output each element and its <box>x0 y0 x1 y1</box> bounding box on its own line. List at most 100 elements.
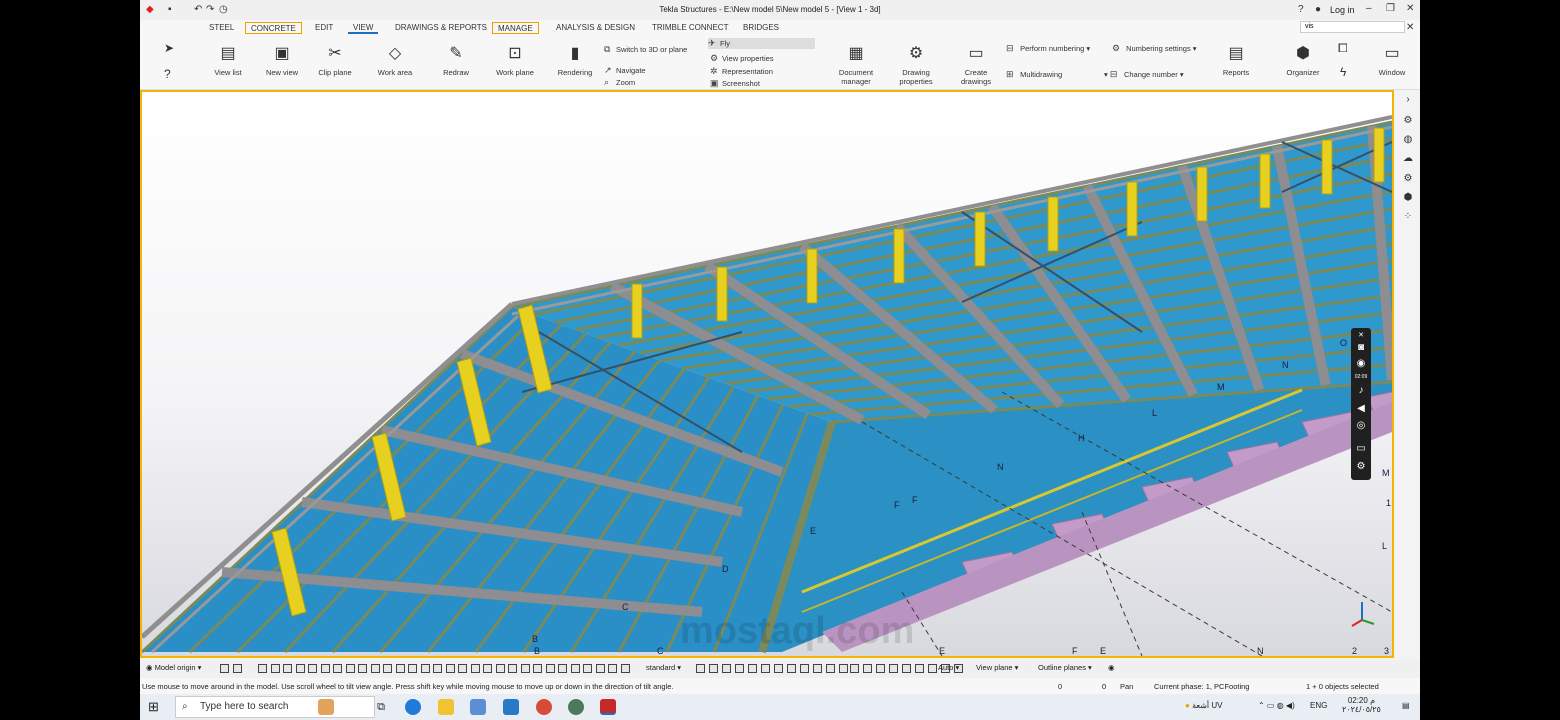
organizer-button[interactable]: ⬢ Organizer <box>1277 43 1329 77</box>
mail-icon[interactable] <box>503 699 519 715</box>
tab-steel[interactable]: STEEL <box>204 22 239 34</box>
help-icon[interactable]: ? <box>1298 4 1304 15</box>
snap-switch-icon[interactable] <box>696 664 705 673</box>
snap-switch-icon[interactable] <box>839 664 848 673</box>
selection-switch-icon[interactable] <box>545 664 555 673</box>
fly-button[interactable]: ✈ Fly <box>708 38 815 49</box>
tekla-taskbar-icon[interactable] <box>600 699 616 715</box>
auto-dropdown[interactable]: Auto ▾ <box>938 663 959 672</box>
undo-icon[interactable]: ↶ <box>194 4 202 15</box>
webcam-icon[interactable]: ◎ <box>1354 420 1368 434</box>
tab-analysis-design[interactable]: ANALYSIS & DESIGN <box>551 22 640 34</box>
microphone-icon[interactable]: ♪ <box>1354 385 1368 399</box>
selection-switch-icon[interactable] <box>258 664 267 673</box>
tab-drawings-reports[interactable]: DRAWINGS & REPORTS <box>390 22 492 34</box>
select-arrow-icon[interactable]: ➤ <box>164 41 174 55</box>
snap-switch-icon[interactable] <box>774 664 783 673</box>
selection-switch-icon[interactable] <box>533 664 542 673</box>
tab-trimble-connect[interactable]: TRIMBLE CONNECT <box>647 22 733 34</box>
command-search-input[interactable]: vis <box>1300 21 1405 33</box>
selection-switch-icon[interactable] <box>295 664 305 673</box>
camera-icon[interactable]: ◙ <box>1354 342 1368 356</box>
selection-switch-icon[interactable] <box>320 664 330 673</box>
selection-switch-icon[interactable] <box>420 664 430 673</box>
zoom-button[interactable]: ⌕ Zoom <box>604 77 635 88</box>
clip-plane-button[interactable]: ✂ Clip plane <box>309 43 361 77</box>
selection-switch-icon[interactable] <box>370 664 380 673</box>
rendering-button[interactable]: ▮ Rendering <box>549 43 601 77</box>
tab-manage[interactable]: MANAGE <box>492 22 539 34</box>
snap-switch-icon[interactable] <box>813 664 822 673</box>
selection-switch-icon[interactable] <box>333 664 342 673</box>
task-view-icon[interactable]: ⧉ <box>373 699 389 715</box>
drawing-properties-button[interactable]: ⚙ Drawing properties <box>890 43 942 86</box>
selection-switch-icon[interactable] <box>583 664 592 673</box>
properties-panel-icon[interactable]: ⚙ <box>1401 115 1415 129</box>
current-phase[interactable]: Current phase: 1, PCFooting <box>1154 682 1249 691</box>
tray-icons[interactable]: ⌃ ▭ ◍ ◀) <box>1258 701 1295 710</box>
search-close-icon[interactable]: ✕ <box>1406 22 1414 33</box>
standard-dropdown[interactable]: standard ▾ <box>646 663 681 672</box>
switch-3d-plane-button[interactable]: ⧉ Switch to 3D or plane <box>604 44 687 55</box>
language-indicator[interactable]: ENG <box>1310 701 1327 710</box>
restore-icon[interactable]: ❐ <box>1386 3 1395 14</box>
clock[interactable]: 02:20 م ٢٠٢٤/٠٥/٢٥ <box>1342 696 1381 714</box>
record-icon[interactable]: ◉ <box>1354 358 1368 372</box>
snap-switch-icon[interactable] <box>863 664 872 673</box>
snap-toggle-1[interactable] <box>220 664 229 673</box>
window-button[interactable]: ▭ Window <box>1366 43 1418 77</box>
lightning-icon[interactable]: ϟ <box>1340 65 1346 79</box>
app-icon[interactable] <box>568 699 584 715</box>
minimize-icon[interactable]: – <box>1366 3 1372 14</box>
close-icon[interactable]: ✕ <box>1406 3 1414 14</box>
selection-switch-icon[interactable] <box>520 664 530 673</box>
selection-switch-icon[interactable] <box>595 664 605 673</box>
view-properties-button[interactable]: ⚙ View properties <box>710 53 774 64</box>
expand-panel-icon[interactable]: › <box>1401 94 1415 108</box>
snap-switch-icon[interactable] <box>787 664 796 673</box>
selection-switch-icon[interactable] <box>508 664 517 673</box>
snap-switch-icon[interactable] <box>748 664 757 673</box>
multidrawing-button[interactable]: ⊞ Multidrawing <box>1006 69 1062 80</box>
document-manager-button[interactable]: ▦ Document manager <box>830 43 882 86</box>
selection-switch-icon[interactable] <box>408 664 417 673</box>
tab-view[interactable]: VIEW <box>348 22 379 34</box>
user-icon[interactable]: ● <box>1315 4 1321 15</box>
redo-icon[interactable]: ↷ <box>206 4 214 15</box>
snap-switch-icon[interactable] <box>722 664 731 673</box>
weather-widget[interactable]: ● أشعة UV <box>1185 701 1223 710</box>
new-view-button[interactable]: ▣ New view <box>256 43 308 77</box>
applications-icon[interactable]: ⁘ <box>1401 211 1415 225</box>
file-explorer-icon[interactable] <box>438 699 454 715</box>
selection-switch-icon[interactable] <box>433 664 442 673</box>
chrome-icon[interactable] <box>536 699 552 715</box>
globe-icon[interactable]: ◍ <box>1401 134 1415 148</box>
snap-switch-icon[interactable] <box>735 664 744 673</box>
login-link[interactable]: Log in <box>1330 5 1355 15</box>
tab-concrete[interactable]: CONCRETE <box>245 22 302 34</box>
outline-planes-dropdown[interactable]: Outline planes ▾ <box>1038 663 1092 672</box>
selection-switch-icon[interactable] <box>345 664 355 673</box>
snap-switch-icon[interactable] <box>889 664 898 673</box>
history-icon[interactable]: ◷ <box>219 4 228 15</box>
representation-button[interactable]: ✲ Representation <box>710 66 773 77</box>
notifications-icon[interactable]: ▤ <box>1402 701 1410 710</box>
change-number-button[interactable]: ▾ ⊟ Change number ▾ <box>1104 69 1184 80</box>
selection-switch-icon[interactable] <box>283 664 292 673</box>
create-drawings-button[interactable]: ▭ Create drawings <box>950 43 1002 86</box>
selection-switch-icon[interactable] <box>483 664 492 673</box>
snap-switch-icon[interactable] <box>850 664 859 673</box>
redraw-button[interactable]: ✎ Redraw <box>430 43 482 77</box>
windows-start-icon[interactable]: ⊞ <box>148 699 164 715</box>
view-list-button[interactable]: ▤ View list <box>202 43 254 77</box>
clash-check-icon[interactable]: ⧠ <box>1338 41 1348 56</box>
selection-switch-icon[interactable] <box>395 664 405 673</box>
selection-switch-icon[interactable] <box>383 664 392 673</box>
gear-icon[interactable]: ⚙ <box>1401 173 1415 187</box>
selection-switch-icon[interactable] <box>458 664 467 673</box>
tab-bridges[interactable]: BRIDGES <box>738 22 784 34</box>
numbering-settings-button[interactable]: ⚙ Numbering settings ▾ <box>1112 43 1197 54</box>
snap-toggle-2[interactable] <box>233 664 242 673</box>
cube-icon[interactable]: ⬢ <box>1401 192 1415 206</box>
selection-switch-icon[interactable] <box>270 664 280 673</box>
